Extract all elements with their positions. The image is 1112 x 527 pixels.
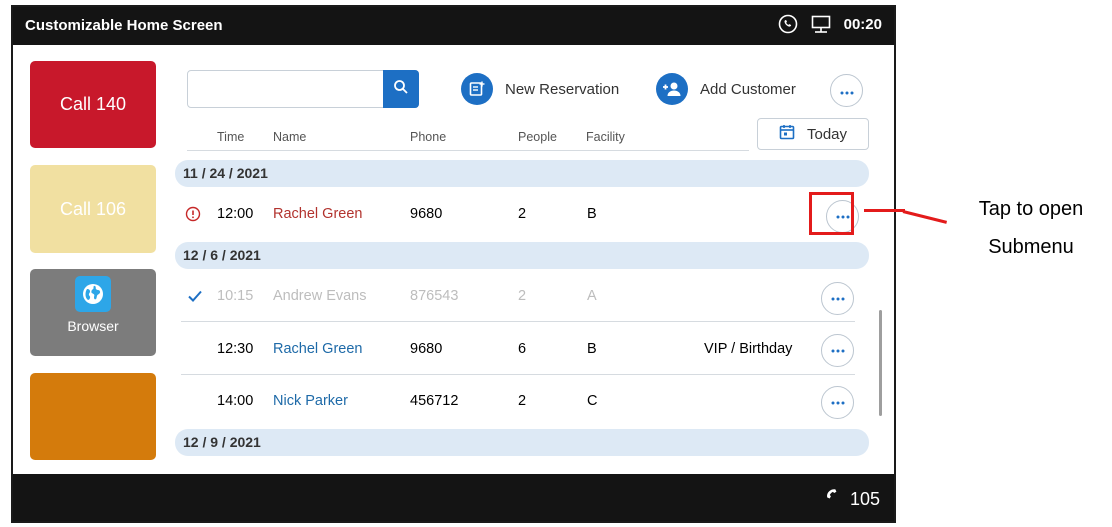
call-140-label: Call 140 — [59, 94, 127, 114]
new-reservation-button[interactable]: New Reservation — [461, 73, 619, 105]
search-icon — [393, 79, 409, 100]
add-person-icon — [656, 73, 688, 105]
reservation-row[interactable]: 10:15 Andrew Evans 876543 2 A — [175, 272, 855, 322]
row-time: 12:30 — [217, 341, 254, 357]
globe-icon — [75, 276, 111, 312]
status-bar: Customizable Home Screen 00:20 — [13, 7, 894, 45]
call-140-tile[interactable]: Call 140 — [30, 61, 156, 148]
device-screen: Customizable Home Screen 00:20 Call 140 … — [11, 5, 896, 523]
alert-icon — [185, 206, 201, 226]
row-facility: A — [587, 288, 597, 304]
header-time: Time — [217, 130, 245, 144]
row-time: 10:15 — [217, 288, 254, 304]
row-people: 2 — [518, 288, 527, 304]
search-button[interactable] — [383, 70, 419, 108]
add-customer-label: Add Customer — [700, 80, 796, 98]
new-reservation-label: New Reservation — [505, 80, 620, 98]
call-106-tile[interactable]: Call 106 — [30, 165, 156, 253]
checkmark-icon — [187, 289, 203, 307]
date-group-header: 12 / 6 / 2021 — [175, 242, 869, 269]
bottom-bar: 105 — [13, 474, 894, 521]
reservation-row[interactable]: 12:30 Rachel Green 9680 6 B VIP / Birthd… — [175, 325, 855, 375]
header-facility: Facility — [586, 130, 625, 144]
row-submenu-button[interactable] — [821, 386, 854, 419]
row-submenu-button[interactable] — [821, 282, 854, 315]
row-name: Rachel Green — [273, 206, 363, 222]
submenu-highlight-box — [809, 192, 854, 235]
row-people: 6 — [518, 341, 527, 357]
new-reservation-icon — [461, 73, 493, 105]
reservation-row[interactable]: 14:00 Nick Parker 456712 2 C — [175, 377, 855, 427]
more-options-button[interactable] — [830, 74, 863, 107]
row-phone: 456712 — [410, 393, 459, 409]
header-people: People — [518, 130, 557, 144]
call-106-label: Call 106 — [59, 198, 127, 219]
row-facility: C — [587, 393, 598, 409]
header-name: Name — [273, 130, 307, 144]
more-icon — [840, 82, 854, 100]
extension-indicator[interactable]: 105 — [824, 488, 880, 511]
row-people: 2 — [518, 206, 527, 222]
add-customer-button[interactable]: Add Customer — [656, 73, 796, 105]
header-divider — [187, 150, 749, 151]
row-phone: 9680 — [410, 341, 443, 357]
row-facility: B — [587, 341, 597, 357]
orange-tile[interactable] — [30, 373, 156, 460]
callout-text: Tap to open Submenu — [956, 190, 1106, 266]
row-submenu-button[interactable] — [821, 334, 854, 367]
row-name: Nick Parker — [273, 393, 348, 409]
row-divider — [181, 321, 855, 322]
row-name: Rachel Green — [273, 341, 363, 357]
call-status-icon — [778, 14, 798, 34]
more-icon — [831, 349, 844, 352]
callout-line — [902, 210, 948, 224]
today-button[interactable]: Today — [757, 118, 869, 150]
clock: 00:20 — [843, 15, 882, 33]
callout-line — [864, 209, 905, 212]
status-icons: 00:20 — [778, 14, 882, 34]
network-icon — [810, 14, 832, 34]
calendar-icon — [779, 124, 795, 144]
list-scrollbar[interactable] — [879, 310, 882, 416]
reservation-row[interactable]: 12:00 Rachel Green 9680 2 B — [175, 190, 859, 240]
row-facility: B — [587, 206, 597, 222]
today-label: Today — [806, 125, 848, 143]
screen-title: Customizable Home Screen — [25, 17, 223, 34]
header-phone: Phone — [410, 130, 447, 144]
row-phone: 876543 — [410, 288, 459, 304]
row-time: 12:00 — [217, 206, 254, 222]
browser-tile[interactable]: Browser — [30, 269, 156, 356]
callout-line-1: Tap to open — [978, 198, 1084, 220]
row-time: 14:00 — [217, 393, 254, 409]
extension-number: 105 — [849, 489, 880, 509]
row-phone: 9680 — [410, 206, 443, 222]
callout-line-2: Submenu — [988, 236, 1074, 258]
row-name: Andrew Evans — [273, 288, 367, 304]
date-group-header: 11 / 24 / 2021 — [175, 160, 869, 187]
browser-label: Browser — [67, 318, 119, 334]
row-divider — [181, 374, 855, 375]
more-icon — [831, 297, 844, 300]
date-group-header: 12 / 9 / 2021 — [175, 429, 869, 456]
more-icon — [831, 401, 844, 404]
phone-handset-icon — [824, 488, 842, 511]
row-people: 2 — [518, 393, 527, 409]
row-note: VIP / Birthday — [704, 341, 793, 357]
screenshot-canvas: Customizable Home Screen 00:20 Call 140 … — [0, 0, 1112, 527]
